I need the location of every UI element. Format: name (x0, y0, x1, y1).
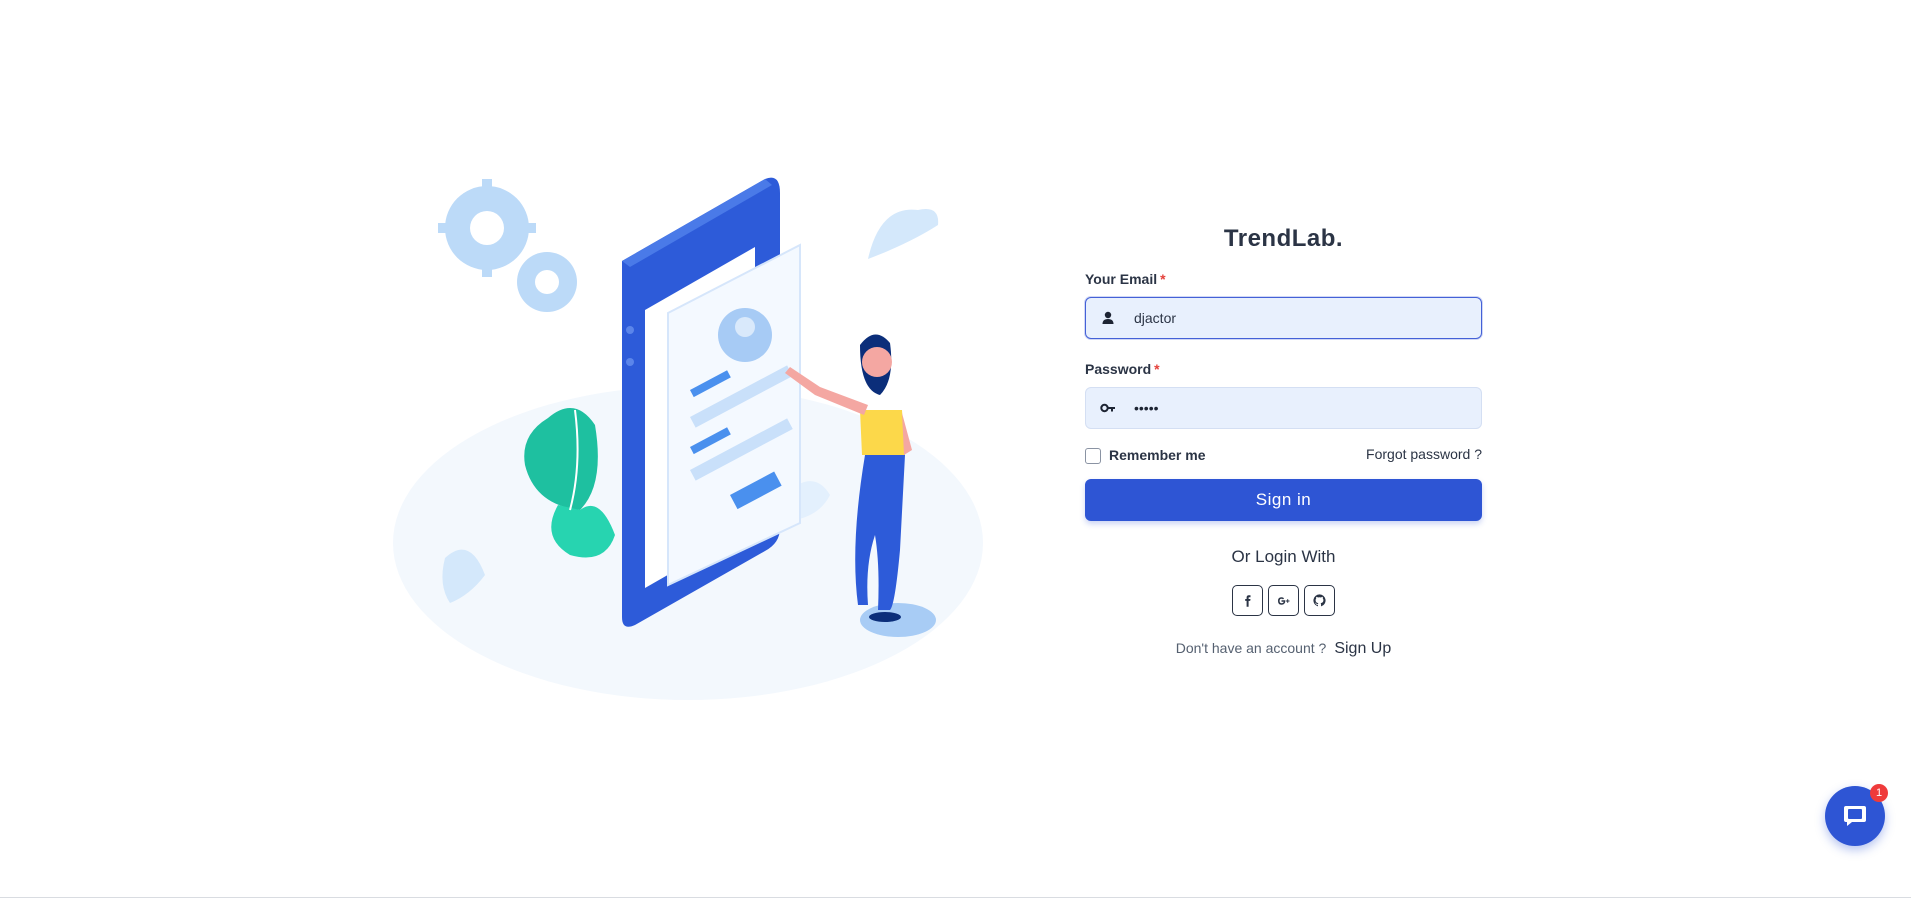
brand-title: TrendLab. (1223, 225, 1344, 252)
chat-notification-badge: 1 (1870, 784, 1888, 802)
login-page: TrendLab. Your Email* Password* ••••• Re… (0, 0, 1911, 900)
sign-in-button[interactable]: Sign in (1085, 479, 1482, 521)
sign-up-link[interactable]: Sign Up (1334, 640, 1391, 657)
forgot-password-link[interactable]: Forgot password ? (1366, 446, 1482, 462)
password-input[interactable]: ••••• (1134, 400, 1159, 416)
user-icon (1102, 311, 1114, 324)
email-input[interactable] (1134, 298, 1464, 338)
remember-label[interactable]: Remember me (1109, 447, 1206, 463)
gear-illustration (438, 179, 577, 312)
bottom-divider (0, 897, 1911, 898)
login-illustration (390, 165, 990, 725)
social-login-buttons (1085, 585, 1482, 616)
password-field[interactable]: ••••• (1085, 387, 1482, 429)
facebook-icon (1244, 594, 1250, 607)
password-label-text: Password (1085, 361, 1152, 377)
remember-row: Remember me Forgot password ? (1085, 445, 1482, 465)
chat-bubble-icon (1844, 806, 1866, 826)
google-plus-button[interactable] (1268, 585, 1299, 616)
google-plus-icon (1277, 596, 1289, 605)
facebook-button[interactable] (1232, 585, 1263, 616)
github-icon (1313, 594, 1326, 607)
required-marker: * (1154, 361, 1160, 377)
email-field[interactable] (1085, 297, 1482, 339)
login-form: TrendLab. Your Email* Password* ••••• Re… (1085, 220, 1482, 658)
email-label: Your Email * (1085, 270, 1482, 288)
key-icon (1100, 403, 1115, 413)
no-account-text: Don't have an account ? (1175, 640, 1327, 656)
password-label: Password * (1085, 360, 1482, 378)
email-label-text: Your Email (1085, 271, 1158, 287)
required-marker: * (1160, 271, 1166, 287)
github-button[interactable] (1304, 585, 1335, 616)
signup-row: Don't have an account ? Sign Up (1085, 638, 1482, 658)
or-login-with-label: Or Login With (1231, 547, 1336, 566)
phone-woman-illustration (393, 177, 983, 700)
remember-checkbox[interactable] (1085, 448, 1101, 464)
